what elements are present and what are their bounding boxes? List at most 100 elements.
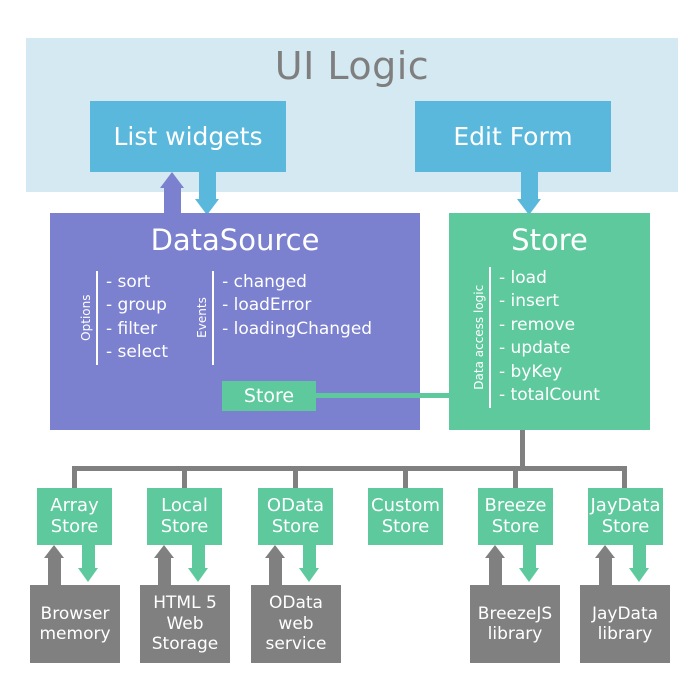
- arrow-odatasvc-to-odata-head: [265, 545, 285, 558]
- datasource-events-items: - changed - loadError - loadingChanged: [222, 271, 372, 365]
- edit-form-label: Edit Form: [453, 122, 573, 151]
- arrow-jaydata-to-jaydatalib-shaft: [633, 544, 646, 570]
- store-methods-items: - load - insert - remove - update - byKe…: [499, 267, 600, 408]
- breeze-store-label-1: Breeze: [484, 495, 547, 517]
- datasource-events-group: Events - changed - loadError - loadingCh…: [194, 271, 372, 365]
- arrow-odatasvc-to-odata-shaft: [269, 556, 282, 586]
- arrow-breeze-to-breezejs-head: [519, 568, 539, 582]
- browser-memory-label-2: memory: [39, 624, 111, 644]
- local-store-label-2: Store: [160, 515, 209, 537]
- tree-drop-local: [182, 466, 187, 490]
- arrow-datasource-to-list-head: [160, 172, 184, 188]
- tree-stem-from-store: [520, 430, 525, 471]
- architecture-diagram: UI Logic List widgets Edit Form DataSour…: [0, 0, 700, 700]
- datasource-groups: Options - sort - group - filter - select…: [78, 271, 372, 365]
- jaydata-library-label-2: library: [597, 624, 653, 644]
- edit-form-box[interactable]: Edit Form: [415, 101, 611, 172]
- breeze-store-label-2: Store: [491, 515, 540, 537]
- breezejs-library-label-2: library: [487, 624, 543, 644]
- arrow-editform-to-store-shaft: [521, 171, 538, 201]
- odata-store-label-2: Store: [271, 515, 320, 537]
- local-store-box[interactable]: Local Store: [147, 488, 222, 545]
- store-methods-rule: [489, 267, 491, 408]
- arrow-jaydatalib-to-jaydata-head: [595, 545, 615, 558]
- custom-store-box[interactable]: Custom Store: [368, 488, 443, 545]
- arrow-odata-to-odatasvc-head: [299, 568, 319, 582]
- store-title: Store: [511, 223, 588, 257]
- odata-store-box[interactable]: OData Store: [258, 488, 333, 545]
- browser-memory-box: Browser memory: [30, 585, 120, 663]
- datasource-event-loaderror: - loadError: [222, 295, 312, 316]
- tree-drop-breeze: [513, 466, 518, 490]
- jaydata-library-label-1: JayData: [591, 603, 659, 624]
- custom-store-label-2: Store: [381, 515, 430, 537]
- html5-web-storage-label-1: HTML 5: [153, 593, 217, 614]
- odata-store-label-1: OData: [266, 495, 325, 517]
- datasource-option-filter: - filter: [106, 318, 158, 339]
- arrow-array-to-browser-shaft: [82, 544, 95, 570]
- datasource-event-changed: - changed: [222, 272, 307, 292]
- browser-memory-label-1: Browser: [40, 603, 110, 624]
- odata-web-service-label-1: OData: [269, 593, 323, 614]
- store-panel[interactable]: Store Data access logic - load - insert …: [449, 213, 650, 430]
- datasource-store-chip[interactable]: Store: [222, 381, 316, 411]
- custom-store-label-1: Custom: [371, 495, 440, 517]
- datasource-option-group: - group: [106, 295, 167, 316]
- datasource-options-items: - sort - group - filter - select: [106, 271, 168, 365]
- datasource-title: DataSource: [150, 223, 320, 257]
- list-widgets-label: List widgets: [113, 122, 263, 151]
- odata-web-service-label-3: service: [265, 634, 327, 655]
- datasource-options-rule: [96, 271, 98, 365]
- datasource-events-label: Events: [195, 297, 210, 339]
- arrow-breeze-to-breezejs-shaft: [523, 544, 536, 570]
- tree-bus-line: [72, 466, 627, 471]
- tree-drop-jaydata: [622, 466, 627, 490]
- jaydata-store-label-1: JayData: [590, 495, 661, 517]
- array-store-box[interactable]: Array Store: [37, 488, 112, 545]
- odata-web-service-box: OData web service: [251, 585, 341, 663]
- tree-drop-odata: [293, 466, 298, 490]
- array-store-label-1: Array: [50, 495, 99, 517]
- store-methods-group: Data access logic - load - insert - remo…: [471, 267, 600, 408]
- breezejs-library-box: BreezeJS library: [470, 585, 560, 663]
- datasource-option-sort: - sort: [106, 272, 151, 292]
- html5-web-storage-label-3: Storage: [151, 634, 219, 655]
- breeze-store-box[interactable]: Breeze Store: [478, 488, 553, 545]
- store-method-load: - load: [499, 268, 547, 288]
- store-groups: Data access logic - load - insert - remo…: [471, 267, 600, 408]
- arrow-breezejs-to-breeze-shaft: [489, 556, 502, 586]
- datasource-store-link-line: [316, 393, 449, 398]
- arrow-local-to-html5-head: [188, 568, 208, 582]
- datasource-option-select: - select: [106, 342, 169, 363]
- store-method-remove: - remove: [499, 314, 576, 335]
- arrow-local-to-html5-shaft: [192, 544, 205, 570]
- datasource-options-label: Options: [79, 294, 93, 342]
- arrow-jaydatalib-to-jaydata-shaft: [599, 556, 612, 586]
- arrow-odata-to-odatasvc-shaft: [303, 544, 316, 570]
- ui-logic-title: UI Logic: [274, 44, 430, 88]
- store-method-update: - update: [499, 338, 571, 359]
- tree-drop-custom: [403, 466, 408, 490]
- arrow-breezejs-to-breeze-head: [485, 545, 505, 558]
- arrow-jaydata-to-jaydatalib-head: [629, 568, 649, 582]
- arrow-array-to-browser-head: [78, 568, 98, 582]
- list-widgets-box[interactable]: List widgets: [90, 101, 286, 172]
- store-method-totalcount: - totalCount: [499, 385, 600, 406]
- html5-web-storage-box: HTML 5 Web Storage: [140, 585, 230, 663]
- jaydata-library-box: JayData library: [580, 585, 670, 663]
- datasource-events-rule: [212, 271, 215, 365]
- jaydata-store-box[interactable]: JayData Store: [588, 488, 663, 545]
- datasource-store-chip-label: Store: [243, 385, 295, 407]
- odata-web-service-label-2: web: [278, 613, 314, 634]
- datasource-event-loadingchanged: - loadingChanged: [222, 318, 373, 339]
- tree-drop-array: [72, 466, 77, 490]
- arrow-browser-to-array-head: [44, 545, 64, 558]
- arrow-list-to-datasource-shaft: [199, 171, 216, 201]
- arrow-browser-to-array-shaft: [48, 556, 61, 586]
- html5-web-storage-label-2: Web: [166, 613, 204, 634]
- datasource-options-group: Options - sort - group - filter - select: [78, 271, 168, 365]
- store-methods-label: Data access logic: [472, 284, 486, 390]
- local-store-label-1: Local: [161, 495, 208, 517]
- jaydata-store-label-2: Store: [601, 515, 650, 537]
- array-store-label-2: Store: [50, 515, 99, 537]
